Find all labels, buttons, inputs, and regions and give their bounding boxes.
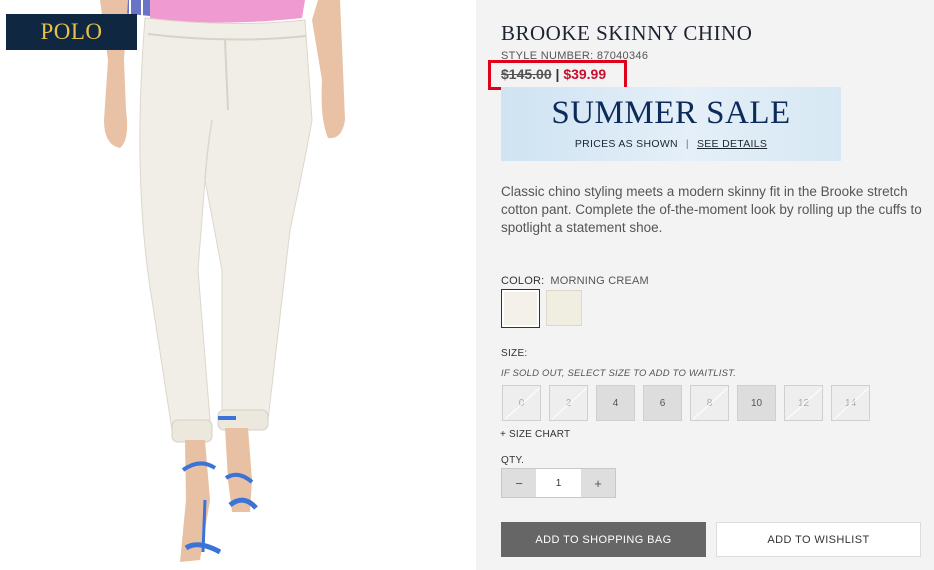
- quantity-stepper: − 1 +: [501, 468, 616, 498]
- size-options: 0 2 4 6 8 10 12 14: [502, 385, 870, 421]
- size-option[interactable]: 2: [549, 385, 588, 421]
- banner-headline: SUMMER SALE: [551, 95, 791, 131]
- quantity-increase-button[interactable]: +: [581, 469, 615, 497]
- size-waitlist-note: IF SOLD OUT, SELECT SIZE TO ADD TO WAITL…: [501, 368, 737, 379]
- banner-subline: PRICES AS SHOWN | SEE DETAILS: [501, 138, 841, 150]
- product-description: Classic chino styling meets a modern ski…: [501, 184, 922, 235]
- product-title: BROOKE SKINNY CHINO: [501, 21, 753, 45]
- model-photo: [100, 0, 345, 562]
- sale-price: $39.99: [563, 66, 607, 82]
- original-price: $145.00: [501, 66, 552, 82]
- add-to-wishlist-button[interactable]: ADD TO WISHLIST: [716, 522, 921, 557]
- add-to-bag-button[interactable]: ADD TO SHOPPING BAG: [501, 522, 706, 557]
- size-option[interactable]: 4: [596, 385, 635, 421]
- color-label: COLOR:: [501, 275, 545, 287]
- size-option[interactable]: 6: [643, 385, 682, 421]
- size-option[interactable]: 14: [831, 385, 870, 421]
- size-option[interactable]: 12: [784, 385, 823, 421]
- summer-sale-banner[interactable]: SUMMER SALE PRICES AS SHOWN | SEE DETAILS: [501, 87, 841, 161]
- prices-as-shown: PRICES AS SHOWN: [574, 138, 678, 150]
- quantity-input[interactable]: 1: [536, 469, 581, 497]
- color-swatch-morning-cream[interactable]: [501, 289, 540, 328]
- size-label: SIZE:: [501, 348, 528, 359]
- price-separator: |: [555, 66, 560, 82]
- color-row: COLOR: MORNING CREAM: [501, 275, 649, 287]
- size-option[interactable]: 10: [737, 385, 776, 421]
- product-details-panel: BROOKE SKINNY CHINO STYLE NUMBER: 870403…: [476, 0, 934, 570]
- size-chart-link[interactable]: + SIZE CHART: [500, 429, 570, 440]
- quantity-label: QTY.: [501, 455, 525, 466]
- color-swatch-alt[interactable]: [546, 290, 582, 326]
- see-details-link[interactable]: SEE DETAILS: [697, 138, 767, 150]
- size-option[interactable]: 8: [690, 385, 729, 421]
- quantity-decrease-button[interactable]: −: [502, 469, 536, 497]
- size-option[interactable]: 0: [502, 385, 541, 421]
- color-value: MORNING CREAM: [550, 275, 649, 287]
- polo-logo[interactable]: POLO: [6, 14, 137, 50]
- price: $145.00 | $39.99: [501, 66, 606, 82]
- banner-separator: |: [685, 138, 689, 150]
- product-image[interactable]: POLO: [0, 0, 476, 570]
